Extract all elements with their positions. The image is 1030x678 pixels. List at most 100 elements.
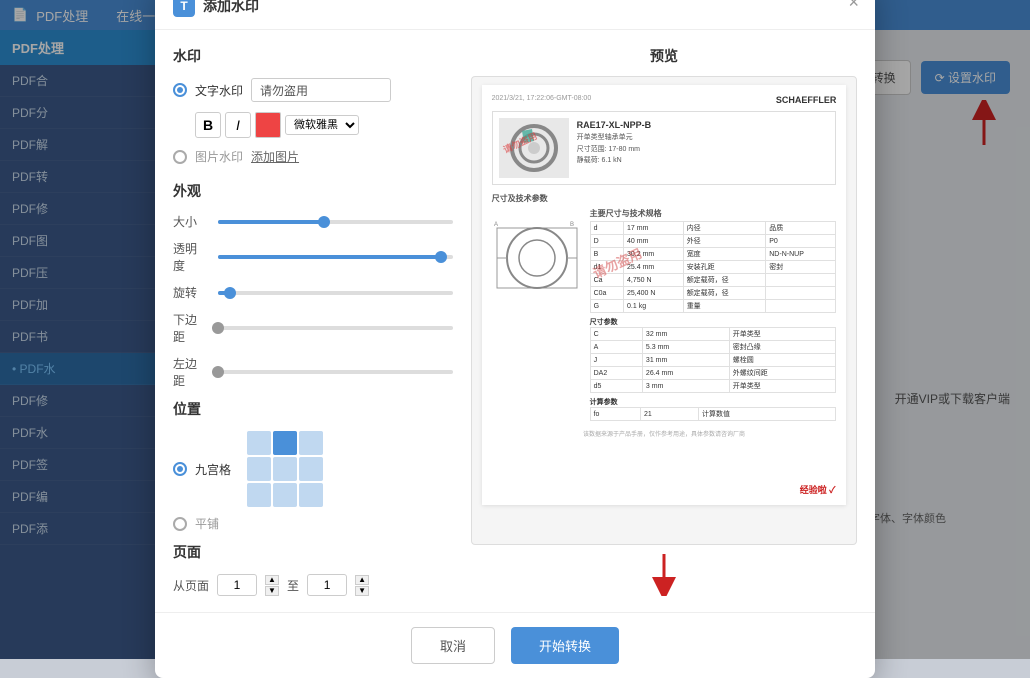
grid-cell-2[interactable]	[299, 431, 323, 455]
tile-radio[interactable]	[173, 517, 187, 531]
size-slider[interactable]	[218, 220, 453, 224]
left-margin-slider[interactable]	[218, 370, 453, 374]
rotation-slider-row: 旋转	[173, 284, 453, 301]
svg-text:A: A	[494, 222, 498, 228]
from-page-spinner: ▲ ▼	[265, 575, 279, 596]
left-panel: 水印 文字水印 B I 微软雅黑	[173, 46, 453, 596]
preview-table-row: A B 主要尺寸与技术规格 d17 mm内径品质 D40 mm外径	[492, 208, 837, 421]
format-row: B I 微软雅黑	[195, 112, 453, 138]
to-page-spinner: ▲ ▼	[355, 575, 369, 596]
preview-timestamp: 2021/3/21, 17:22:06-GMT-08:00	[492, 95, 592, 102]
preview-product-row: 请勿盗用 RAE17-XL-NPP-B 开单类型轴承单元 尺寸范围: 17-80…	[492, 111, 837, 185]
opacity-label: 透明度	[173, 240, 208, 274]
preview-subtable-title: 尺寸参数	[590, 317, 837, 327]
preview-product-image: 请勿盗用	[499, 118, 569, 178]
preview-drawing: A B	[492, 208, 582, 421]
nine-grid-label: 九宫格	[195, 461, 231, 478]
right-panel: 预览 2021/3/21, 17:22:06-GMT-08:00 SCHAEFF…	[471, 46, 857, 596]
size-label: 大小	[173, 213, 208, 230]
preview-footer: 该数据来源于产品手册，仅作参考用途，具体参数请咨询厂商	[492, 429, 837, 438]
preview-dim-table: C32 mm开单类型 A5.3 mm密封凸缘 J31 mm螺栓圆 DA226.4…	[590, 327, 837, 393]
page-section-title: 页面	[173, 542, 453, 562]
preview-page: 2021/3/21, 17:22:06-GMT-08:00 SCHAEFFLER	[482, 85, 847, 505]
preview-table-title: 尺寸及技术参数	[492, 193, 837, 204]
grid-cell-4[interactable]	[273, 457, 297, 481]
modal-overlay: T 添加水印 × 水印 文字水印 B I	[0, 0, 1030, 659]
start-convert-button[interactable]: 开始转换	[511, 627, 619, 664]
grid-cell-3[interactable]	[247, 457, 271, 481]
modal-icon: T	[173, 0, 195, 17]
font-select[interactable]: 微软雅黑	[285, 115, 359, 135]
modal-body: 水印 文字水印 B I 微软雅黑	[155, 30, 875, 612]
page-section: 页面 从页面 ▲ ▼ 至 ▲ ▼	[173, 542, 453, 596]
from-page-down[interactable]: ▼	[265, 586, 279, 596]
bold-button[interactable]: B	[195, 112, 221, 138]
preview-title: 预览	[471, 46, 857, 66]
grid-cell-7[interactable]	[273, 483, 297, 507]
text-watermark-radio[interactable]	[173, 83, 187, 97]
preview-table-subtitle: 主要尺寸与技术规格	[590, 208, 837, 219]
appearance-section-title: 外观	[173, 181, 453, 201]
svg-text:B: B	[570, 222, 574, 228]
preview-brand: SCHAEFFLER	[776, 95, 837, 105]
preview-table-section: 尺寸及技术参数	[492, 193, 837, 421]
tile-row: 平铺	[173, 515, 453, 532]
add-watermark-modal: T 添加水印 × 水印 文字水印 B I	[155, 0, 875, 678]
text-watermark-label: 文字水印	[195, 82, 243, 99]
image-watermark-radio[interactable]	[173, 150, 187, 164]
modal-footer: 取消 开始转换	[155, 612, 875, 678]
from-page-input[interactable]	[217, 574, 257, 596]
from-page-label: 从页面	[173, 577, 209, 594]
modal-header: T 添加水印 ×	[155, 0, 875, 30]
nine-grid-radio[interactable]	[173, 462, 187, 476]
bottom-margin-label: 下边距	[173, 311, 208, 345]
to-page-down[interactable]: ▼	[355, 586, 369, 596]
to-page-input[interactable]	[307, 574, 347, 596]
preview-product-info: RAE17-XL-NPP-B 开单类型轴承单元 尺寸范围: 17-80 mm 静…	[577, 118, 830, 178]
preview-calc-title: 计算参数	[590, 397, 837, 407]
cancel-button[interactable]: 取消	[411, 627, 495, 664]
to-page-up[interactable]: ▲	[355, 575, 369, 585]
grid-cell-0[interactable]	[247, 431, 271, 455]
arrow-down-indicator	[471, 551, 857, 596]
bottom-margin-row: 下边距	[173, 311, 453, 345]
position-section-title: 位置	[173, 399, 453, 419]
color-picker[interactable]	[255, 112, 281, 138]
preview-header: 2021/3/21, 17:22:06-GMT-08:00 SCHAEFFLER	[492, 95, 837, 105]
page-range-row: 从页面 ▲ ▼ 至 ▲ ▼	[173, 574, 453, 596]
preview-detail-1: 尺寸范围: 17-80 mm	[577, 144, 830, 155]
watermark-section-title: 水印	[173, 46, 453, 66]
grid-cell-5[interactable]	[299, 457, 323, 481]
grid-cell-6[interactable]	[247, 483, 271, 507]
grid-cell-8[interactable]	[299, 483, 323, 507]
from-page-up[interactable]: ▲	[265, 575, 279, 585]
image-watermark-row: 图片水印 添加图片	[173, 148, 453, 165]
preview-area: 2021/3/21, 17:22:06-GMT-08:00 SCHAEFFLER	[471, 76, 857, 545]
position-grid	[247, 431, 323, 507]
opacity-slider[interactable]	[218, 255, 453, 259]
jy-brand-watermark: 经验啦 ✓	[797, 482, 839, 497]
text-watermark-row: 文字水印	[173, 78, 453, 102]
preview-detail-2: 静载荷: 6.1 kN	[577, 155, 830, 166]
modal-close-button[interactable]: ×	[848, 0, 859, 11]
preview-product-desc: 开单类型轴承单元	[577, 132, 830, 143]
preview-specs-table: d17 mm内径品质 D40 mm外径P0 B30.2 mm宽度ND-N-NUP…	[590, 221, 837, 313]
tile-label: 平铺	[195, 515, 219, 532]
rotation-slider[interactable]	[218, 291, 453, 295]
rotation-label: 旋转	[173, 284, 208, 301]
nine-grid-row: 九宫格	[173, 431, 453, 507]
left-margin-row: 左边距	[173, 355, 453, 389]
modal-title: 添加水印	[203, 0, 259, 16]
add-image-button[interactable]: 添加图片	[251, 148, 299, 165]
position-section: 位置 九宫格	[173, 399, 453, 532]
bottom-margin-slider[interactable]	[218, 326, 453, 330]
size-slider-row: 大小	[173, 213, 453, 230]
opacity-slider-row: 透明度	[173, 240, 453, 274]
grid-cell-1[interactable]	[273, 431, 297, 455]
preview-data-table: 主要尺寸与技术规格 d17 mm内径品质 D40 mm外径P0 B30.2 mm…	[590, 208, 837, 421]
preview-product-name: RAE17-XL-NPP-B	[577, 118, 830, 132]
left-margin-label: 左边距	[173, 355, 208, 389]
watermark-text-input[interactable]	[251, 78, 391, 102]
italic-button[interactable]: I	[225, 112, 251, 138]
preview-calc-table: fo21计算数值	[590, 407, 837, 421]
